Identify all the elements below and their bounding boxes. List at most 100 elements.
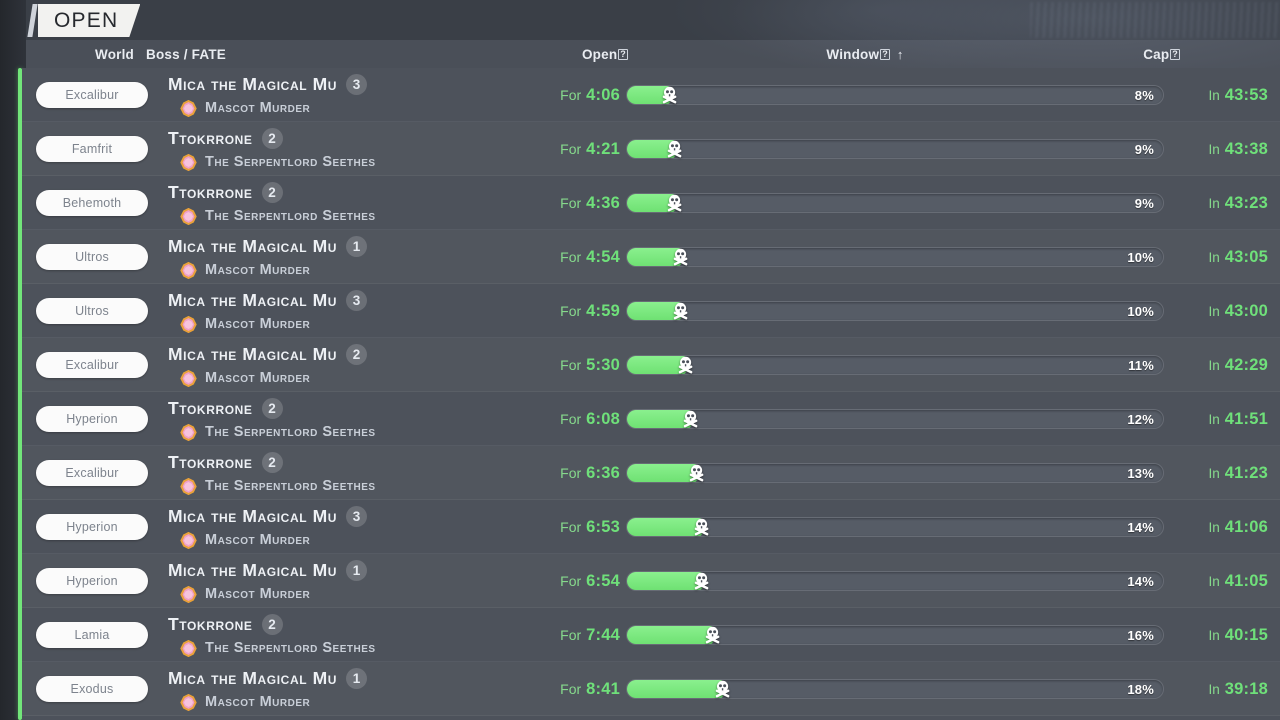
fate-gem-icon (180, 640, 197, 657)
world-pill[interactable]: Exodus (36, 676, 148, 702)
cap-cell: In 41:51 (1164, 392, 1268, 446)
boss-fate-cell: Ttokrrone 2 The Serpentlord Seethes (168, 451, 376, 498)
fate-line: Mascot Murder (168, 313, 367, 336)
table-row[interactable]: Hyperion Mica the Magical Mu 1 Mascot Mu… (22, 554, 1280, 608)
table-row[interactable]: Excalibur Mica the Magical Mu 3 Mascot M… (22, 68, 1280, 122)
world-pill[interactable]: Behemoth (36, 190, 148, 216)
boss-name: Mica the Magical Mu (168, 667, 338, 688)
window-progress-bar[interactable]: 10% (626, 247, 1164, 267)
column-header-open-label: Open (581, 46, 618, 62)
open-time-value: 4:59 (586, 301, 620, 320)
boss-name: Ttokrrone (168, 127, 253, 148)
world-name: Excalibur (65, 466, 119, 480)
table-row[interactable]: Hyperion Ttokrrone 2 The Serpentlord See… (22, 392, 1280, 446)
column-header-boss[interactable]: Boss / FATE (146, 40, 226, 68)
window-progress-bar[interactable]: 18% (626, 679, 1164, 699)
world-pill[interactable]: Ultros (36, 298, 148, 324)
window-progress-fill (627, 680, 724, 698)
table-row[interactable]: Lamia Ttokrrone 2 The Serpentlord Seethe… (22, 608, 1280, 662)
open-for-label: For (560, 627, 582, 643)
boss-line: Mica the Magical Mu 1 (168, 235, 368, 258)
window-progress-bar[interactable]: 10% (626, 301, 1164, 321)
app-root: OPEN World Boss / FATE Open? Window? ↑ C… (0, 0, 1280, 720)
column-header-cap[interactable]: Cap? (1090, 40, 1180, 68)
boss-name: Ttokrrone (168, 181, 253, 202)
table-row[interactable]: Excalibur Mica the Magical Mu 2 Mascot M… (22, 338, 1280, 392)
table-body: Excalibur Mica the Magical Mu 3 Mascot M… (22, 68, 1280, 720)
fate-line: Mascot Murder (168, 691, 367, 714)
world-name: Behemoth (62, 196, 122, 210)
window-progress-bar[interactable]: 12% (626, 409, 1164, 429)
cap-time-value: 41:06 (1224, 517, 1268, 536)
skull-crossbones-icon (664, 138, 686, 160)
cap-cell: In 43:23 (1164, 176, 1268, 230)
window-percent-label: 13% (1127, 465, 1154, 481)
rank-badge: 2 (346, 344, 368, 365)
skull-crossbones-icon (669, 246, 691, 268)
window-progress-bar[interactable]: 9% (626, 193, 1164, 213)
open-time-value: 6:08 (586, 409, 620, 428)
boss-name: Mica the Magical Mu (168, 73, 338, 94)
window-progress-bar[interactable]: 13% (626, 463, 1164, 483)
window-progress-fill (627, 626, 713, 644)
world-pill[interactable]: Famfrit (36, 136, 148, 162)
cap-in-label: In (1208, 411, 1220, 427)
table-row[interactable]: Ultros Mica the Magical Mu 3 Mascot Murd… (22, 284, 1280, 338)
world-pill[interactable]: Hyperion (36, 568, 148, 594)
boss-fate-cell: Ttokrrone 2 The Serpentlord Seethes (168, 397, 376, 444)
column-header-window[interactable]: Window? ↑ (760, 40, 970, 68)
table-row[interactable]: Exodus Mica the Magical Mu 1 Mascot Murd… (22, 662, 1280, 716)
boss-name: Ttokrrone (168, 397, 253, 418)
window-progress-bar[interactable]: 16% (626, 625, 1164, 645)
help-icon-cap[interactable]: ? (1170, 48, 1180, 60)
window-percent-label: 14% (1127, 573, 1154, 589)
help-icon-window[interactable]: ? (880, 48, 890, 60)
world-pill[interactable]: Excalibur (36, 82, 148, 108)
world-pill[interactable]: Ultros (36, 244, 148, 270)
open-for-label: For (560, 681, 582, 697)
open-time-value: 8:41 (586, 679, 620, 698)
table-row[interactable]: Behemoth Ttokrrone 2 The Serpentlord See… (22, 176, 1280, 230)
world-pill[interactable]: Excalibur (36, 460, 148, 486)
boss-line: Mica the Magical Mu 2 (168, 343, 368, 366)
table-row[interactable]: Ultros Mica the Magical Mu 1 Mascot Murd… (22, 230, 1280, 284)
column-header-window-label: Window (826, 46, 880, 62)
cap-time-value: 41:23 (1224, 463, 1268, 482)
cap-time-value: 39:18 (1224, 679, 1268, 698)
open-for-label: For (560, 465, 582, 481)
world-pill[interactable]: Hyperion (36, 406, 148, 432)
world-pill[interactable]: Hyperion (36, 514, 148, 540)
fate-gem-icon (180, 478, 197, 495)
boss-fate-cell: Ttokrrone 2 The Serpentlord Seethes (168, 613, 376, 660)
window-percent-label: 9% (1134, 195, 1154, 211)
window-progress-bar[interactable]: 11% (626, 355, 1164, 375)
window-progress-bar[interactable]: 14% (626, 571, 1164, 591)
window-progress-bar[interactable]: 8% (626, 85, 1164, 105)
world-pill[interactable]: Excalibur (36, 352, 148, 378)
cap-time-value: 43:53 (1224, 85, 1268, 104)
fate-name: The Serpentlord Seethes (205, 154, 376, 171)
window-progress-bar[interactable]: 9% (626, 139, 1164, 159)
open-time-value: 4:21 (586, 139, 620, 158)
world-pill[interactable]: Lamia (36, 622, 148, 648)
cap-time-value: 43:38 (1224, 139, 1268, 158)
help-icon-open[interactable]: ? (618, 48, 628, 60)
cap-in-label: In (1208, 195, 1220, 211)
sort-ascending-icon[interactable]: ↑ (897, 47, 904, 62)
table-row[interactable]: Excalibur Ttokrrone 2 The Serpentlord Se… (22, 446, 1280, 500)
table-row[interactable]: Famfrit Ttokrrone 2 The Serpentlord Seet… (22, 122, 1280, 176)
rank-badge: 3 (346, 506, 368, 527)
fate-name: Mascot Murder (205, 694, 311, 711)
boss-line: Mica the Magical Mu 3 (168, 73, 368, 96)
tab-open[interactable]: OPEN (38, 4, 140, 37)
world-name: Lamia (74, 628, 110, 642)
column-header-open[interactable]: Open? (500, 40, 628, 68)
column-header-world-label: World (95, 46, 134, 62)
boss-line: Mica the Magical Mu 3 (168, 505, 368, 528)
fate-name: Mascot Murder (205, 586, 311, 603)
column-header-boss-label: Boss / FATE (146, 46, 226, 62)
boss-fate-cell: Ttokrrone 2 The Serpentlord Seethes (168, 181, 376, 228)
window-progress-bar[interactable]: 14% (626, 517, 1164, 537)
table-row[interactable]: Hyperion Mica the Magical Mu 3 Mascot Mu… (22, 500, 1280, 554)
fate-name: The Serpentlord Seethes (205, 640, 376, 657)
